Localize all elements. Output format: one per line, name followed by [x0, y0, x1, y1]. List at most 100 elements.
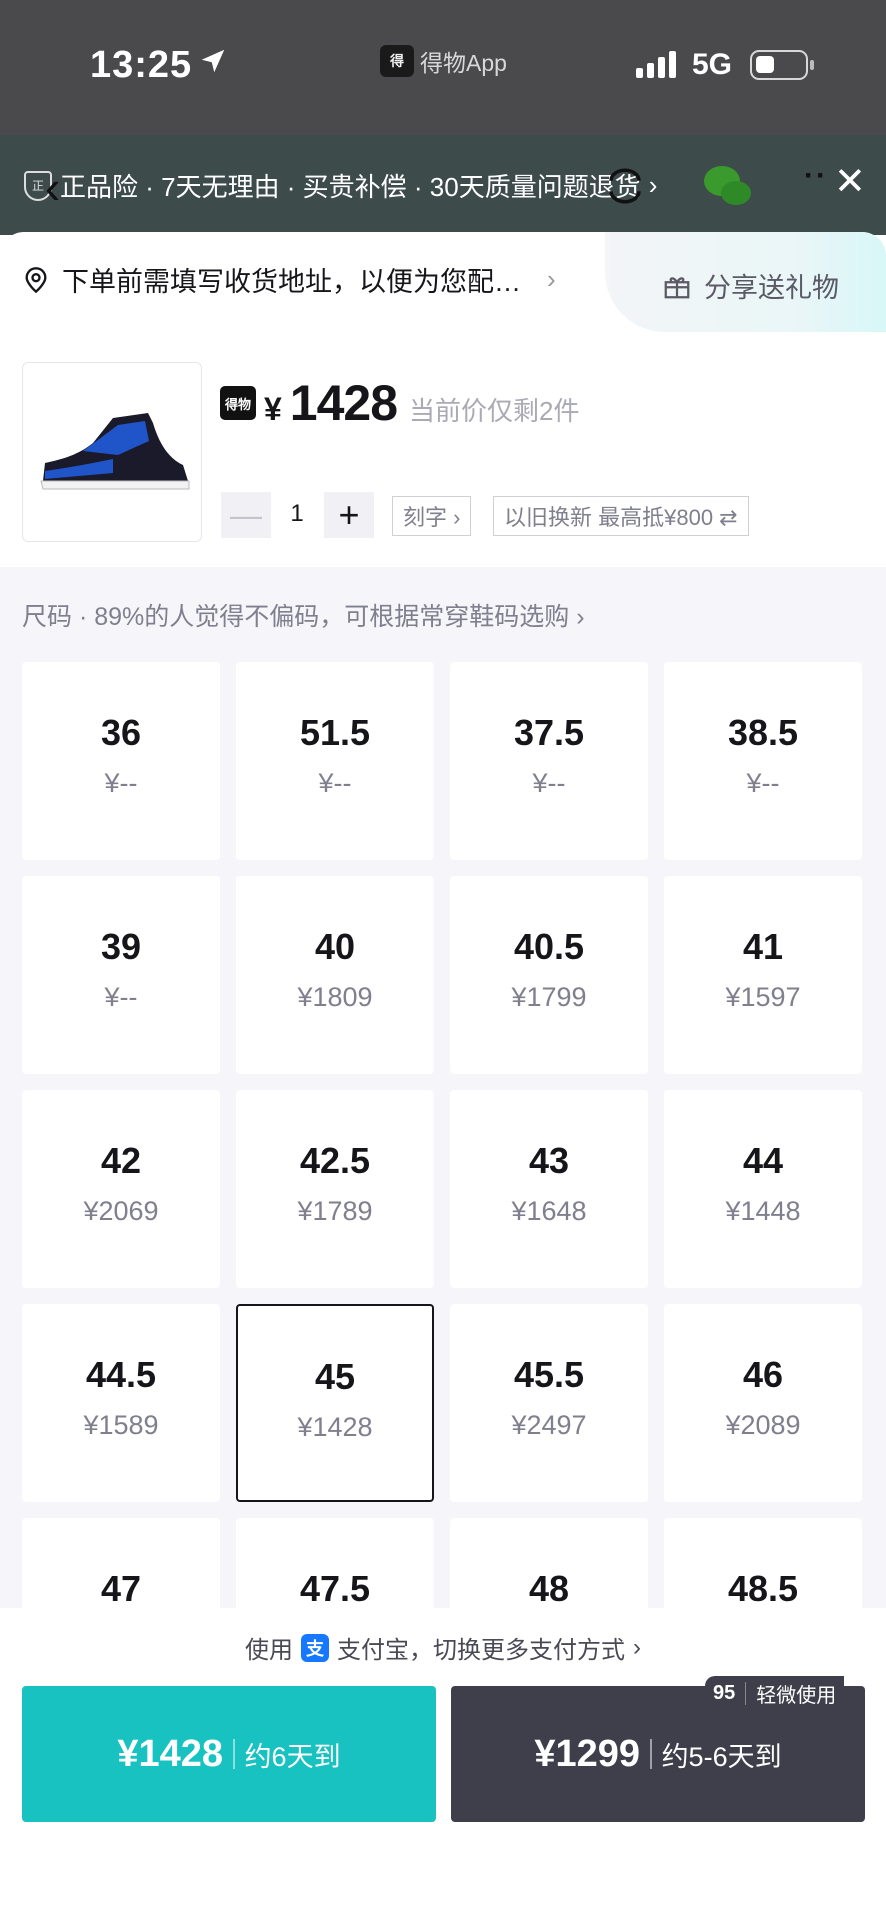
size-value: 45.5: [513, 1354, 585, 1395]
refresh-icon[interactable]: [604, 165, 646, 207]
buy-new-button[interactable]: ¥1428 约6天到: [22, 1686, 436, 1822]
size-option[interactable]: 38.5 ¥--: [664, 662, 862, 860]
size-price: ¥--: [318, 768, 352, 798]
size-value: 51.5: [299, 712, 371, 753]
size-value: 48.5: [727, 1568, 799, 1609]
size-option[interactable]: 42 ¥2069: [22, 1090, 220, 1288]
size-value: 42: [100, 1140, 142, 1181]
size-option[interactable]: 45.5 ¥2497: [450, 1304, 648, 1502]
size-fit-hint: 89%的人觉得不偏码，可根据常穿鞋码选购: [94, 603, 570, 631]
size-label: 尺码: [22, 603, 73, 631]
condition-badge: 95 轻微使用: [705, 1676, 845, 1710]
app-name: 得物App: [420, 50, 507, 76]
size-option[interactable]: 51.5 ¥--: [236, 662, 434, 860]
product-price: 1428: [289, 375, 398, 431]
size-price: ¥--: [746, 768, 780, 798]
quantity-increase-button[interactable]: +: [324, 492, 374, 538]
size-price: ¥1789: [297, 1196, 373, 1226]
condition-grade: 95: [713, 1681, 747, 1705]
wechat-icon[interactable]: [700, 161, 756, 211]
payment-method: 支付宝，切换更多支付方式: [337, 1637, 625, 1664]
size-price: ¥1809: [297, 982, 373, 1012]
guarantee-bar[interactable]: 正 正品险 · 7天无理由 · 买贵补偿 · 30天质量问题退货 ›: [24, 167, 657, 204]
size-value: 46: [742, 1354, 784, 1395]
size-value: 36: [100, 712, 142, 753]
size-price: ¥--: [104, 768, 138, 798]
back-icon[interactable]: ‹: [45, 160, 60, 214]
close-icon[interactable]: ✕: [834, 159, 866, 204]
size-price: ¥2069: [83, 1196, 159, 1226]
size-option[interactable]: 44.5 ¥1589: [22, 1304, 220, 1502]
size-option[interactable]: 44 ¥1448: [664, 1090, 862, 1288]
address-text: 下单前需填写收货地址，以便为您配…: [62, 267, 521, 297]
nav-strip: 正 正品险 · 7天无理由 · 买贵补偿 · 30天质量问题退货 › ‹ ·· …: [0, 135, 886, 235]
size-option[interactable]: 40.5 ¥1799: [450, 876, 648, 1074]
guarantee-text: 正品险 · 7天无理由 · 买贵补偿 · 30天质量问题退货: [60, 172, 641, 202]
buy-new-price: ¥1428: [117, 1732, 224, 1775]
size-option[interactable]: 46 ¥2089: [664, 1304, 862, 1502]
gift-icon: [664, 276, 690, 298]
size-price: ¥--: [532, 768, 566, 798]
status-bar: 13:25 得 得物App 5G: [0, 0, 886, 135]
size-price: ¥1597: [725, 982, 801, 1012]
size-option[interactable]: 41 ¥1597: [664, 876, 862, 1074]
chevron-right-icon: ›: [648, 170, 658, 200]
share-label: 分享送礼物: [704, 273, 839, 303]
tradein-button[interactable]: 以旧换新 最高抵¥800 ⇄: [493, 496, 749, 536]
size-value: 38.5: [727, 712, 799, 753]
share-gift-button[interactable]: 分享送礼物: [662, 266, 839, 305]
chevron-right-icon: ›: [633, 1633, 641, 1661]
app-logo-icon: 得: [380, 45, 414, 77]
size-option[interactable]: 39 ¥--: [22, 876, 220, 1074]
size-price: ¥2089: [725, 1410, 801, 1440]
size-option[interactable]: 43 ¥1648: [450, 1090, 648, 1288]
size-value: 48: [528, 1568, 570, 1609]
size-price: ¥1428: [297, 1412, 373, 1442]
payment-method-row[interactable]: 使用 支 支付宝，切换更多支付方式 ›: [0, 1630, 886, 1665]
size-price: ¥1589: [83, 1410, 159, 1440]
size-value: 44: [742, 1140, 784, 1181]
dewu-logo-icon: 得物: [220, 386, 256, 420]
quantity-decrease-button[interactable]: —: [221, 492, 271, 538]
size-value: 44.5: [85, 1354, 157, 1395]
product-image[interactable]: [22, 362, 202, 542]
sneaker-icon: [40, 413, 190, 490]
size-price: ¥1799: [511, 982, 587, 1012]
size-value: 40.5: [513, 926, 585, 967]
chevron-right-icon: ›: [576, 603, 585, 631]
size-price: ¥1648: [511, 1196, 587, 1226]
stock-note: 当前价仅剩2件: [409, 396, 580, 426]
more-icon[interactable]: ··: [804, 159, 828, 193]
network-type: 5G: [692, 48, 733, 81]
address-row[interactable]: 下单前需填写收货地址，以便为您配… ›: [22, 260, 556, 299]
divider: [233, 1739, 235, 1769]
size-price: ¥--: [104, 982, 138, 1012]
size-price: ¥2497: [511, 1410, 587, 1440]
size-value: 43: [528, 1140, 570, 1181]
signal-icon: [636, 50, 676, 78]
size-header[interactable]: 尺码 · 89%的人觉得不偏码，可根据常穿鞋码选购 ›: [22, 597, 585, 633]
size-option[interactable]: 36 ¥--: [22, 662, 220, 860]
buy-used-delivery: 约5-6天到: [661, 1741, 782, 1772]
engrave-button[interactable]: 刻字 ›: [392, 496, 472, 536]
location-pin-icon: [25, 266, 47, 293]
location-arrow-icon: [201, 49, 225, 73]
size-value: 37.5: [513, 712, 585, 753]
size-value: 47.5: [299, 1568, 371, 1609]
size-value: 41: [742, 926, 784, 967]
payment-prefix: 使用: [245, 1637, 293, 1664]
size-option[interactable]: 42.5 ¥1789: [236, 1090, 434, 1288]
size-value: 42.5: [299, 1140, 371, 1181]
divider: [650, 1739, 652, 1769]
quantity-value: 1: [290, 500, 304, 527]
size-option[interactable]: 37.5 ¥--: [450, 662, 648, 860]
size-option[interactable]: 45 ¥1428: [236, 1304, 434, 1502]
size-option[interactable]: 40 ¥1809: [236, 876, 434, 1074]
price-row: 得物 ¥ 1428 当前价仅剩2件: [220, 374, 580, 432]
bottom-bar: 使用 支 支付宝，切换更多支付方式 › ¥1428 约6天到 ¥1299 约5-…: [0, 1608, 886, 1920]
size-value: 40: [314, 926, 356, 967]
buy-new-delivery: 约6天到: [244, 1741, 341, 1772]
buy-used-price: ¥1299: [534, 1732, 641, 1775]
app-indicator: 得 得物App: [380, 44, 507, 78]
chevron-right-icon: ›: [547, 264, 556, 294]
